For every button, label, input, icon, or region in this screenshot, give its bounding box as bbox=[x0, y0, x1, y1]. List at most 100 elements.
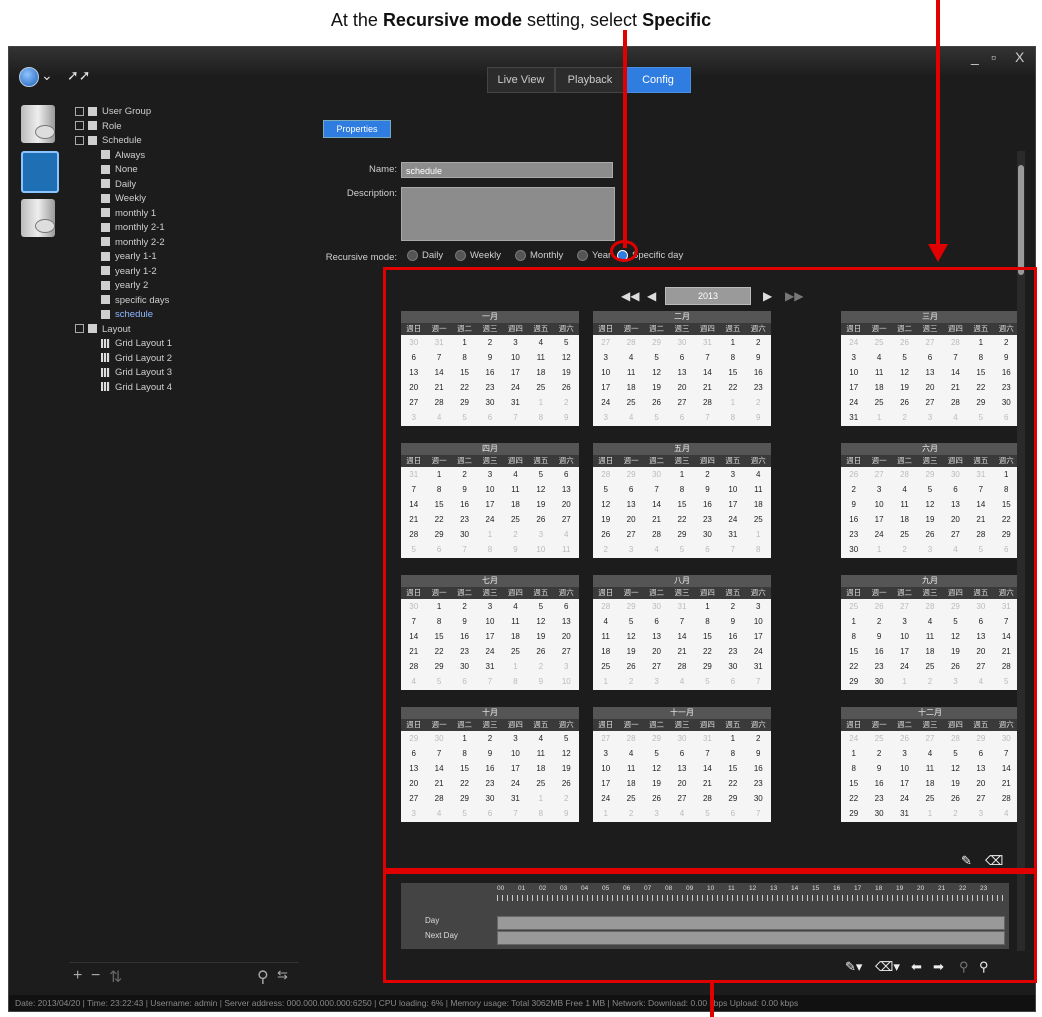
recursive-mode-options: Daily Weekly Monthly Year Specific day bbox=[407, 250, 727, 264]
tree-item[interactable]: yearly 1-2 bbox=[101, 265, 157, 279]
close-icon[interactable]: X bbox=[1015, 49, 1024, 65]
tree-item[interactable]: monthly 2-2 bbox=[101, 236, 165, 250]
tree-item-label: Weekly bbox=[115, 193, 146, 204]
tree-item[interactable]: None bbox=[101, 163, 138, 177]
mode-label: Specific day bbox=[632, 250, 684, 262]
tree-item-label: User Group bbox=[102, 106, 152, 117]
tree-item[interactable]: specific days bbox=[101, 294, 169, 308]
tree-item[interactable]: Grid Layout 1 bbox=[101, 337, 172, 351]
tree-item-label: Grid Layout 4 bbox=[115, 381, 173, 393]
tree-item[interactable]: monthly 1 bbox=[101, 207, 156, 221]
tree-item[interactable]: Grid Layout 3 bbox=[101, 366, 172, 380]
globe-menu-icon[interactable] bbox=[19, 67, 39, 87]
schedule-icon bbox=[101, 150, 110, 160]
schedule-icon bbox=[101, 280, 110, 290]
schedule-icon bbox=[88, 121, 97, 131]
collapse-icon[interactable] bbox=[75, 324, 84, 334]
radio-icon[interactable] bbox=[577, 250, 588, 261]
description-label: Description: bbox=[346, 188, 397, 199]
tree-item[interactable]: User Group bbox=[75, 105, 151, 119]
schedule-icon bbox=[88, 135, 97, 145]
add-icon[interactable]: + bbox=[73, 967, 82, 985]
tree-item-label: monthly 2-1 bbox=[115, 222, 165, 233]
tab-live-view[interactable]: Live View bbox=[487, 67, 555, 93]
tree-item-label: None bbox=[115, 164, 138, 175]
tree-item[interactable]: yearly 1-1 bbox=[101, 250, 157, 264]
restore-icon[interactable]: ▫ bbox=[991, 49, 996, 65]
schedule-icon bbox=[101, 222, 110, 232]
schedule-icon bbox=[101, 193, 110, 203]
annotation-arrowhead bbox=[928, 244, 948, 262]
tree-item[interactable]: Layout bbox=[75, 323, 131, 337]
tree-item[interactable]: Grid Layout 4 bbox=[101, 381, 172, 395]
radio-icon[interactable] bbox=[455, 250, 466, 261]
schedule-icon bbox=[101, 295, 110, 305]
schedule-icon bbox=[101, 179, 110, 189]
annotation-timeline-box bbox=[383, 871, 1037, 983]
name-label: Name: bbox=[369, 164, 397, 175]
mode-radio-option[interactable]: Monthly bbox=[515, 250, 563, 261]
tree-item[interactable]: schedule bbox=[101, 308, 153, 322]
tree-item-label: Daily bbox=[115, 178, 137, 190]
tree-item-label: schedule bbox=[115, 309, 154, 320]
annotation-text-mid: setting, select bbox=[522, 10, 643, 30]
server-camera-icon[interactable] bbox=[21, 105, 55, 143]
mode-label: Weekly bbox=[470, 250, 501, 262]
server-device-icon[interactable] bbox=[21, 199, 55, 237]
tree-item-label: Grid Layout 2 bbox=[115, 352, 173, 364]
tree-item-label: monthly 1 bbox=[115, 207, 157, 219]
tree-item-label: yearly 1-2 bbox=[115, 265, 157, 277]
config-tools-icon[interactable] bbox=[21, 151, 59, 193]
mode-label: Daily bbox=[422, 250, 444, 262]
properties-button[interactable]: Properties bbox=[323, 120, 391, 138]
schedule-icon bbox=[101, 309, 110, 319]
annotation-bottom-line bbox=[710, 983, 714, 1017]
tree-item[interactable]: Grid Layout 2 bbox=[101, 352, 172, 366]
annotation-arrow-line bbox=[936, 0, 940, 246]
tree-item[interactable]: Daily bbox=[101, 178, 136, 192]
tab-config[interactable]: Config bbox=[625, 67, 691, 93]
schedule-icon bbox=[101, 237, 110, 247]
tree-item[interactable]: Schedule bbox=[75, 134, 142, 148]
schedule-icon bbox=[101, 251, 110, 261]
sort-icon[interactable]: ⇅ bbox=[109, 967, 122, 987]
scrollbar-thumb[interactable] bbox=[1018, 165, 1024, 275]
tree-item[interactable]: Weekly bbox=[101, 192, 146, 206]
mode-radio-option[interactable]: Weekly bbox=[455, 250, 501, 261]
radio-icon[interactable] bbox=[515, 250, 526, 261]
tree-item-label: yearly 1-1 bbox=[115, 251, 157, 262]
search-icon[interactable]: ⚲ bbox=[257, 967, 269, 987]
chevron-down-icon[interactable]: ⌄ bbox=[41, 67, 53, 84]
radio-icon[interactable] bbox=[407, 250, 418, 261]
tree-item-label: Grid Layout 3 bbox=[115, 367, 173, 378]
remove-icon[interactable]: − bbox=[91, 967, 100, 985]
tab-playback[interactable]: Playback bbox=[555, 67, 625, 93]
mode-radio-option[interactable]: Year bbox=[577, 250, 611, 261]
schedule-icon bbox=[88, 324, 97, 334]
tree-item[interactable]: Role bbox=[75, 120, 122, 134]
tree-item[interactable]: monthly 2-1 bbox=[101, 221, 165, 235]
description-field[interactable] bbox=[401, 187, 615, 241]
schedule-icon bbox=[101, 164, 110, 174]
schedule-icon bbox=[88, 106, 97, 116]
mode-radio-option[interactable]: Daily bbox=[407, 250, 443, 261]
tree-item-label: Grid Layout 1 bbox=[115, 338, 173, 349]
tree-item-label: Schedule bbox=[102, 135, 142, 146]
tree-toolbar: + − ⇅ ⚲ ⇆ bbox=[69, 962, 299, 993]
grid-layout-icon bbox=[101, 367, 110, 377]
annotation-bold-mode: Recursive mode bbox=[382, 10, 522, 30]
forward-arrow-icon[interactable]: ➚➚ bbox=[67, 67, 90, 84]
annotation-bold-specific: Specific bbox=[642, 10, 712, 30]
annotation-caption: At the Recursive mode setting, select Sp… bbox=[0, 0, 1042, 44]
expand-icon[interactable] bbox=[75, 106, 84, 116]
name-field[interactable]: schedule bbox=[401, 162, 613, 178]
refresh-icon[interactable]: ⇆ bbox=[277, 967, 288, 983]
minimize-icon[interactable]: _ bbox=[971, 49, 979, 65]
collapse-icon[interactable] bbox=[75, 135, 84, 145]
mode-label: Year bbox=[592, 250, 612, 262]
tree-item[interactable]: yearly 2 bbox=[101, 279, 148, 293]
annotation-pointer-line bbox=[623, 30, 627, 248]
expand-icon[interactable] bbox=[75, 121, 84, 131]
tree-item[interactable]: Always bbox=[101, 149, 145, 163]
grid-layout-icon bbox=[101, 338, 110, 348]
